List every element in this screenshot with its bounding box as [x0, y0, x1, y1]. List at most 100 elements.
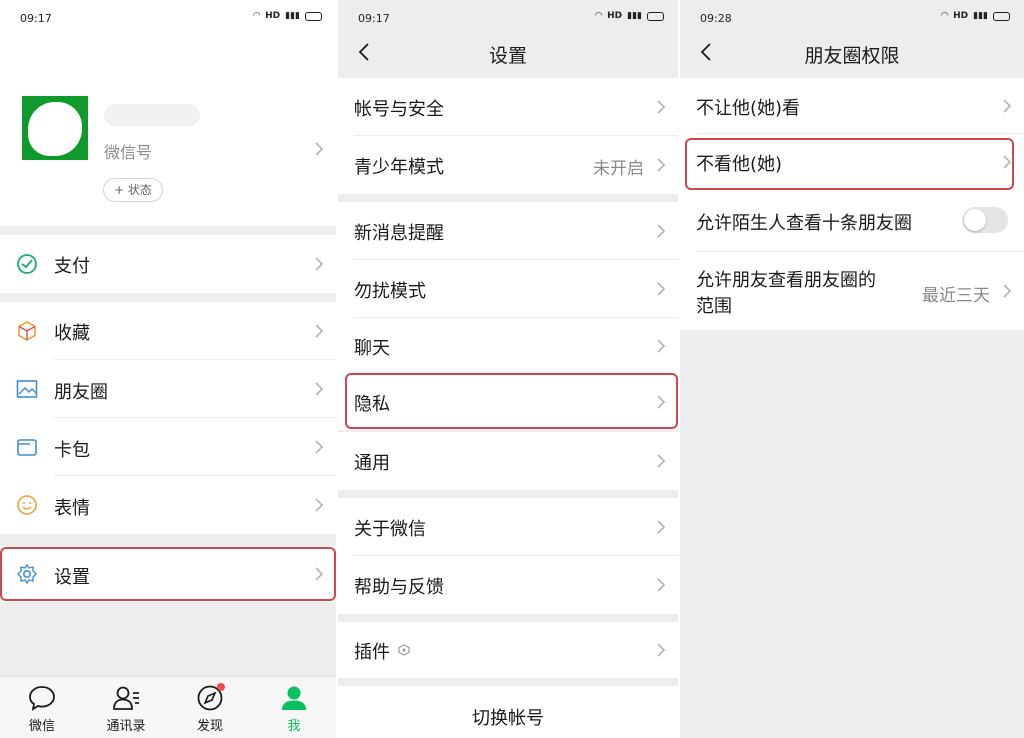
- switch-account-button[interactable]: 切换帐号: [338, 686, 678, 738]
- highlight-box-privacy: [345, 373, 678, 429]
- status-icons: ◠ HD ▮▮▮: [941, 11, 1010, 21]
- nav-bar: 朋友圈权限: [680, 30, 1024, 76]
- chevron-right-icon: [315, 498, 324, 512]
- plugin-badge-icon: [398, 644, 410, 656]
- toggle-knob: [964, 209, 986, 231]
- wifi-icon: ◠: [941, 11, 949, 21]
- settings-item-teen-mode[interactable]: 青少年模式 未开启: [338, 136, 678, 194]
- chat-bubble-icon: [29, 686, 55, 711]
- permission-item-hide-from[interactable]: 不让他(她)看: [680, 78, 1024, 134]
- chevron-right-icon: [657, 520, 666, 534]
- contacts-icon: [113, 686, 139, 710]
- menu-item-moments[interactable]: 朋友圈: [0, 360, 336, 418]
- settings-item-label: 通用: [354, 453, 390, 474]
- settings-item-account-security[interactable]: 帐号与安全: [338, 78, 678, 136]
- settings-item-general[interactable]: 通用: [338, 432, 678, 490]
- status-time: 09:28: [700, 12, 732, 25]
- favorites-cube-icon: [18, 321, 36, 341]
- battery-icon: [993, 11, 1010, 21]
- wechat-id-label: 微信号: [104, 143, 153, 162]
- visible-range-value: 最近三天: [922, 286, 990, 306]
- menu-item-label: 朋友圈: [54, 382, 108, 403]
- chevron-right-icon: [1003, 284, 1012, 298]
- menu-item-cards[interactable]: 卡包: [0, 418, 336, 476]
- signal-icon: ▮▮▮: [973, 11, 988, 21]
- network-type: HD: [265, 11, 281, 21]
- menu-item-stickers[interactable]: 表情: [0, 476, 336, 534]
- status-button-label: + 状态: [114, 183, 152, 197]
- settings-item-chat[interactable]: 聊天: [338, 318, 678, 374]
- settings-item-label: 帐号与安全: [354, 99, 444, 120]
- settings-item-do-not-disturb[interactable]: 勿扰模式: [338, 260, 678, 318]
- permission-item-label-line2: 范围: [696, 296, 732, 317]
- tab-label: 通讯录: [106, 719, 146, 734]
- wallet-icon: [17, 439, 37, 456]
- menu-item-label: 表情: [54, 498, 90, 519]
- status-icons: ◠ HD ▮▮▮: [253, 11, 322, 21]
- settings-item-notifications[interactable]: 新消息提醒: [338, 202, 678, 260]
- settings-item-label: 青少年模式: [354, 157, 444, 178]
- status-button[interactable]: + 状态: [103, 178, 163, 202]
- wifi-icon: ◠: [595, 11, 603, 21]
- teen-mode-status: 未开启: [593, 159, 644, 179]
- menu-item-favorites[interactable]: 收藏: [0, 302, 336, 360]
- page-title: 朋友圈权限: [804, 45, 900, 67]
- settings-item-plugins[interactable]: 插件: [338, 622, 678, 678]
- avatar[interactable]: [22, 96, 88, 160]
- tab-me[interactable]: 我: [252, 683, 336, 734]
- tab-discover[interactable]: 发现: [168, 683, 252, 734]
- chevron-right-icon: [657, 339, 666, 353]
- tab-chats[interactable]: 微信: [0, 683, 84, 734]
- chevron-right-icon: [657, 158, 666, 172]
- highlight-box-dont-see: [685, 138, 1014, 190]
- switch-account-label: 切换帐号: [472, 708, 544, 729]
- chevron-right-icon: [315, 324, 324, 338]
- status-time: 09:17: [358, 12, 390, 25]
- moments-permissions-panel: 09:28 ◠ HD ▮▮▮ 朋友圈权限 不让他(她)看 不看他(她) 允许陌生…: [680, 0, 1024, 738]
- chevron-right-icon: [657, 454, 666, 468]
- chevron-right-icon: [657, 100, 666, 114]
- chevron-right-icon: [657, 578, 666, 592]
- signal-icon: ▮▮▮: [285, 11, 300, 21]
- chevron-right-icon: [657, 224, 666, 238]
- chevron-right-icon: [657, 282, 666, 296]
- menu-item-label: 支付: [54, 256, 90, 277]
- highlight-box-settings: [0, 547, 336, 601]
- settings-panel: 09:17 ◠ HD ▮▮▮ 设置 帐号与安全 青少年模式 未开启 新消息提醒 …: [338, 0, 678, 738]
- tab-contacts[interactable]: 通讯录: [84, 683, 168, 734]
- battery-icon: [647, 11, 664, 21]
- permission-item-label: 允许陌生人查看十条朋友圈: [696, 213, 912, 234]
- person-icon: [282, 686, 306, 710]
- chevron-right-icon: [1003, 99, 1012, 113]
- moments-picture-icon: [16, 380, 38, 398]
- settings-item-label: 关于微信: [354, 519, 426, 540]
- battery-icon: [305, 11, 322, 21]
- chevron-right-icon: [315, 257, 324, 271]
- profile-name-blurred: [104, 104, 200, 126]
- menu-item-pay[interactable]: 支付: [0, 235, 336, 293]
- menu-item-label: 收藏: [54, 323, 90, 344]
- permission-item-label: 不让他(她)看: [696, 98, 801, 119]
- settings-item-label: 帮助与反馈: [354, 577, 444, 598]
- settings-item-label: 勿扰模式: [354, 281, 426, 302]
- smiley-icon: [17, 495, 37, 515]
- chevron-right-icon: [315, 440, 324, 454]
- page-title: 设置: [488, 45, 527, 67]
- status-time: 09:17: [20, 12, 52, 25]
- allow-strangers-toggle[interactable]: [962, 207, 1008, 233]
- settings-item-label: 新消息提醒: [354, 223, 444, 244]
- nav-bar: 设置: [338, 30, 678, 76]
- compass-icon: [197, 683, 225, 711]
- settings-item-help[interactable]: 帮助与反馈: [338, 556, 678, 614]
- bottom-tab-bar: 微信 通讯录 发现 我: [0, 676, 336, 738]
- wifi-icon: ◠: [253, 11, 261, 21]
- settings-item-about[interactable]: 关于微信: [338, 498, 678, 556]
- chevron-right-icon: [315, 382, 324, 396]
- pay-icon: [17, 254, 37, 274]
- tab-label: 微信: [28, 719, 55, 734]
- permission-item-visible-range[interactable]: 允许朋友查看朋友圈的 范围 最近三天: [680, 252, 1024, 330]
- permission-item-allow-strangers: 允许陌生人查看十条朋友圈: [680, 190, 1024, 252]
- chevron-right-icon[interactable]: [312, 140, 326, 158]
- settings-item-label: 聊天: [354, 338, 390, 359]
- menu-item-label: 卡包: [54, 440, 90, 461]
